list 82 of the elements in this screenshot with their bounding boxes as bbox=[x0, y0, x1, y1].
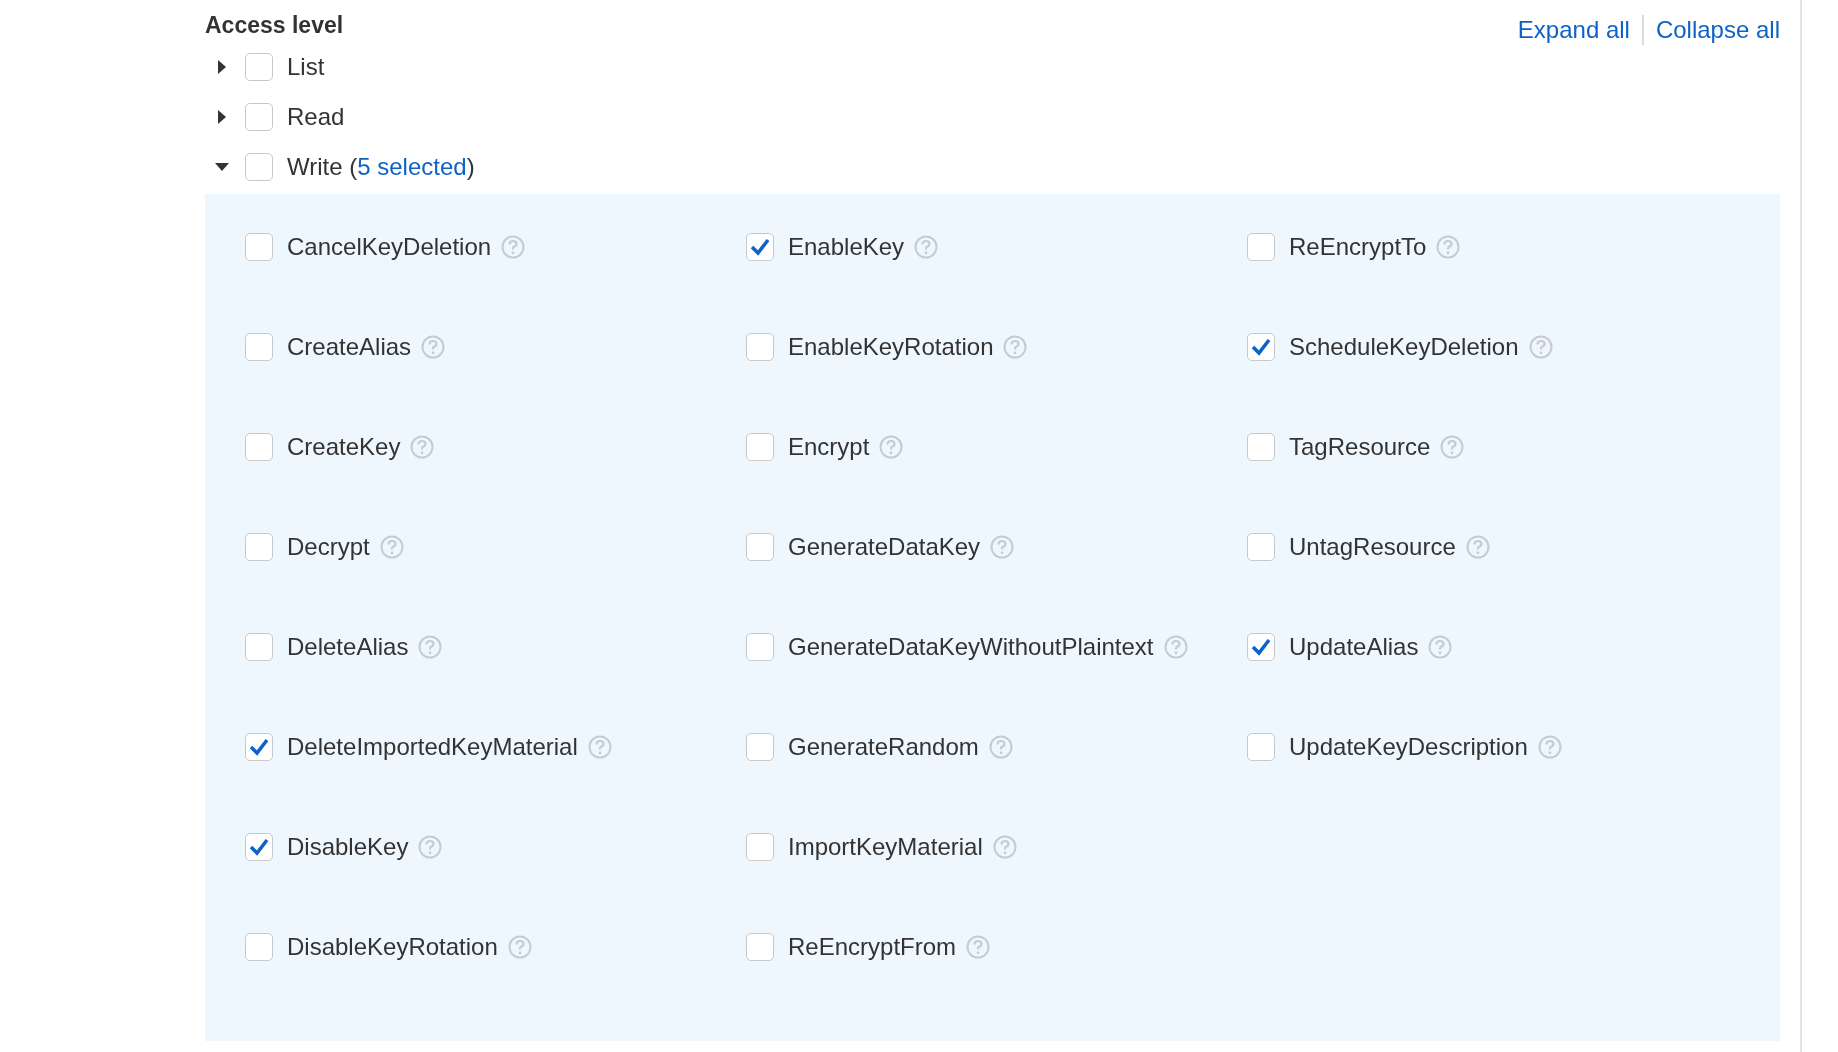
checkbox[interactable] bbox=[1247, 433, 1275, 461]
help-icon[interactable] bbox=[410, 435, 435, 459]
checkbox[interactable] bbox=[1247, 733, 1275, 761]
action-label: ImportKeyMaterial bbox=[788, 833, 983, 861]
help-icon[interactable] bbox=[1528, 335, 1553, 359]
help-icon[interactable] bbox=[966, 935, 991, 959]
section-title: Access level bbox=[205, 11, 344, 39]
checkbox[interactable] bbox=[245, 53, 273, 81]
action-label: UpdateKeyDescription bbox=[1289, 733, 1528, 761]
checkbox[interactable] bbox=[1247, 533, 1275, 561]
level-label: Read bbox=[287, 103, 345, 131]
help-icon[interactable] bbox=[1428, 635, 1453, 659]
checkbox[interactable] bbox=[245, 733, 273, 761]
check-icon bbox=[750, 238, 770, 256]
level-label: List bbox=[287, 53, 325, 81]
action-label: ReEncryptTo bbox=[1289, 233, 1427, 261]
action-label: EnableKey bbox=[788, 233, 905, 261]
action-label: DisableKey bbox=[287, 833, 409, 861]
action-label: CreateKey bbox=[287, 433, 401, 461]
help-icon[interactable] bbox=[879, 435, 904, 459]
checkbox[interactable] bbox=[245, 333, 273, 361]
checkbox[interactable] bbox=[1247, 633, 1275, 661]
checkbox[interactable] bbox=[1247, 233, 1275, 261]
selected-count-link[interactable]: 5 selected bbox=[357, 153, 467, 181]
action-label: DeleteImportedKeyMaterial bbox=[287, 733, 578, 761]
checkbox[interactable] bbox=[245, 433, 273, 461]
check-icon bbox=[249, 838, 269, 856]
checkbox[interactable] bbox=[746, 533, 774, 561]
collapse-all-link[interactable]: Collapse all bbox=[1655, 16, 1780, 44]
checkbox[interactable] bbox=[245, 153, 273, 181]
action-label: EnableKeyRotation bbox=[788, 333, 994, 361]
check-icon bbox=[1251, 638, 1271, 656]
help-icon[interactable] bbox=[418, 835, 443, 859]
checkbox[interactable] bbox=[245, 233, 273, 261]
checkbox[interactable] bbox=[245, 103, 273, 131]
expand-all-link[interactable]: Expand all bbox=[1517, 16, 1630, 44]
help-icon[interactable] bbox=[379, 535, 404, 559]
help-icon[interactable] bbox=[418, 635, 443, 659]
action-label: DeleteAlias bbox=[287, 633, 409, 661]
checkbox[interactable] bbox=[746, 833, 774, 861]
help-icon[interactable] bbox=[1440, 435, 1465, 459]
action-label: TagResource bbox=[1289, 433, 1431, 461]
action-label: GenerateDataKeyWithoutPlaintext bbox=[788, 633, 1154, 661]
help-icon[interactable] bbox=[507, 935, 532, 959]
help-icon[interactable] bbox=[1537, 735, 1562, 759]
action-label: CancelKeyDeletion bbox=[287, 233, 492, 261]
action-label: ReEncryptFrom bbox=[788, 933, 957, 961]
help-icon[interactable] bbox=[1436, 235, 1461, 259]
checkbox[interactable] bbox=[746, 233, 774, 261]
level-label: Write ( bbox=[287, 153, 358, 181]
help-icon[interactable] bbox=[1003, 335, 1028, 359]
action-label: GenerateRandom bbox=[788, 733, 979, 761]
action-label: UpdateAlias bbox=[1289, 633, 1419, 661]
check-icon bbox=[249, 738, 269, 756]
checkbox[interactable] bbox=[1247, 333, 1275, 361]
help-icon[interactable] bbox=[1163, 635, 1188, 659]
checkbox[interactable] bbox=[746, 433, 774, 461]
help-icon[interactable] bbox=[587, 735, 612, 759]
checkbox[interactable] bbox=[746, 933, 774, 961]
action-label: UntagResource bbox=[1289, 533, 1456, 561]
checkbox[interactable] bbox=[245, 533, 273, 561]
action-label: GenerateDataKey bbox=[788, 533, 981, 561]
action-label: ScheduleKeyDeletion bbox=[1289, 333, 1519, 361]
help-icon[interactable] bbox=[421, 335, 446, 359]
checkbox[interactable] bbox=[245, 833, 273, 861]
action-label: Decrypt bbox=[287, 533, 370, 561]
help-icon[interactable] bbox=[1465, 535, 1490, 559]
check-icon bbox=[1251, 338, 1271, 356]
help-icon[interactable] bbox=[914, 235, 939, 259]
checkbox[interactable] bbox=[245, 633, 273, 661]
help-icon[interactable] bbox=[990, 535, 1015, 559]
action-label: DisableKeyRotation bbox=[287, 933, 498, 961]
checkbox[interactable] bbox=[746, 333, 774, 361]
action-label: Encrypt bbox=[788, 433, 870, 461]
checkbox[interactable] bbox=[245, 933, 273, 961]
help-icon[interactable] bbox=[988, 735, 1013, 759]
checkbox[interactable] bbox=[746, 733, 774, 761]
help-icon[interactable] bbox=[501, 235, 526, 259]
action-label: CreateAlias bbox=[287, 333, 412, 361]
help-icon[interactable] bbox=[992, 835, 1017, 859]
checkbox[interactable] bbox=[746, 633, 774, 661]
parenthesis: ) bbox=[466, 153, 475, 181]
